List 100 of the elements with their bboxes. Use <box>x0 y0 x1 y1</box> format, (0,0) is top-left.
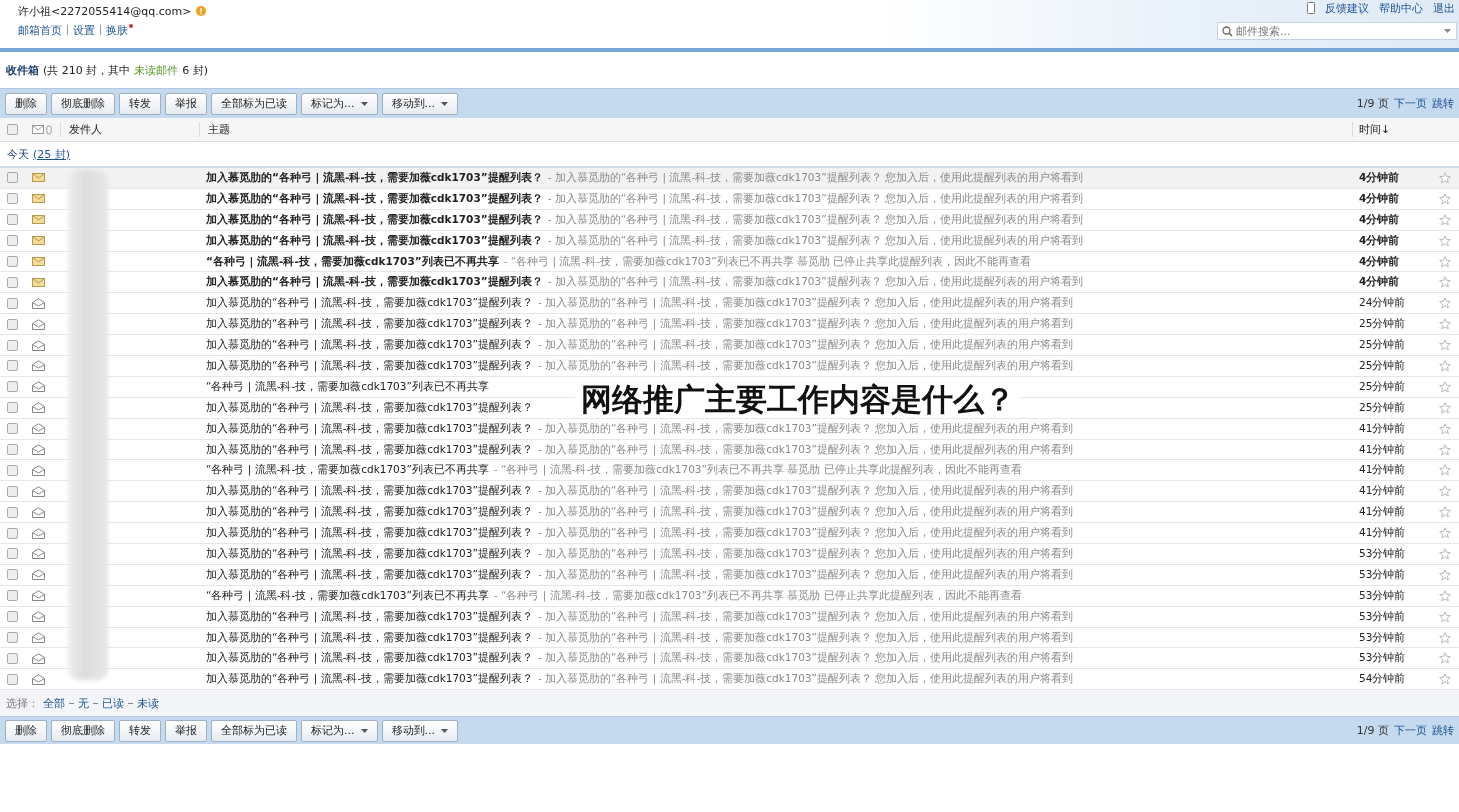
mail-subject[interactable]: 加入慕觅肋的“各种弓 | 流黑-科-技，需要加薇cdk1703”提醒列表？ <box>206 609 533 624</box>
mail-subject[interactable]: 加入慕觅肋的“各种弓 | 流黑-科-技，需要加薇cdk1703”提醒列表？ <box>206 505 533 520</box>
star-icon[interactable] <box>1439 527 1451 540</box>
mail-subject[interactable]: 加入慕觅肋的“各种弓 | 流黑-科-技，需要加薇cdk1703”提醒列表？ <box>206 212 543 227</box>
star-icon[interactable] <box>1439 359 1451 372</box>
star-icon[interactable] <box>1439 234 1451 247</box>
checkbox[interactable] <box>7 464 18 476</box>
star-icon[interactable] <box>1439 401 1451 414</box>
toolbar-button[interactable]: 彻底删除 <box>51 92 115 115</box>
star-icon[interactable] <box>1439 339 1451 352</box>
mail-subject[interactable]: 加入慕觅肋的“各种弓 | 流黑-科-技，需要加薇cdk1703”提醒列表？ <box>206 484 533 499</box>
star-icon[interactable] <box>1439 443 1451 456</box>
checkbox[interactable] <box>7 276 18 288</box>
mail-subject[interactable]: 加入慕觅肋的“各种弓 | 流黑-科-技，需要加薇cdk1703”提醒列表？ <box>206 358 533 373</box>
mail-subject[interactable]: “各种弓 | 流黑-科-技，需要加薇cdk1703”列表已不再共享 <box>206 463 489 478</box>
toolbar-button[interactable]: 全部标为已读 <box>211 719 297 742</box>
star-icon[interactable] <box>1439 652 1451 665</box>
checkbox[interactable] <box>7 485 18 497</box>
star-icon[interactable] <box>1439 318 1451 331</box>
checkbox[interactable] <box>7 193 18 205</box>
mail-subject[interactable]: 加入慕觅肋的“各种弓 | 流黑-科-技，需要加薇cdk1703”提醒列表？ <box>206 233 543 248</box>
checkbox[interactable] <box>7 444 18 455</box>
checkbox[interactable] <box>7 673 18 685</box>
toolbar-button[interactable]: 删除 <box>5 719 47 742</box>
next-page-link[interactable]: 下一页 <box>1394 96 1427 111</box>
checkbox[interactable] <box>7 506 18 518</box>
checkbox[interactable] <box>7 548 18 560</box>
search-field[interactable]: 邮件搜索... <box>1217 22 1457 40</box>
mail-subject[interactable]: 加入慕觅肋的“各种弓 | 流黑-科-技，需要加薇cdk1703”提醒列表？ <box>206 442 533 457</box>
next-page-link[interactable]: 下一页 <box>1394 723 1427 739</box>
group-count-link[interactable]: (25 封) <box>33 146 71 162</box>
mail-subject[interactable]: “各种弓 | 流黑-科-技，需要加薇cdk1703”列表已不再共享 <box>206 254 499 269</box>
toolbar-button[interactable]: 删除 <box>5 92 47 115</box>
caret-icon[interactable] <box>1444 29 1451 33</box>
toolbar-button[interactable]: 举报 <box>165 92 207 115</box>
checkbox[interactable] <box>7 318 18 330</box>
toolbar-button[interactable]: 移动到... <box>381 719 458 742</box>
star-icon[interactable] <box>1439 276 1451 289</box>
unread-link[interactable]: 未读邮件 <box>134 62 179 78</box>
select-link[interactable]: 无 <box>78 695 89 711</box>
star-icon[interactable] <box>1439 464 1451 477</box>
star-icon[interactable] <box>1439 297 1451 310</box>
column-header[interactable]: 发件人 <box>60 122 200 137</box>
star-icon[interactable] <box>1439 485 1451 498</box>
column-header[interactable]: 时间↓ <box>1352 122 1459 137</box>
mail-subject[interactable]: 加入慕觅肋的“各种弓 | 流黑-科-技，需要加薇cdk1703”提醒列表？ <box>206 672 533 687</box>
checkbox[interactable] <box>7 632 18 644</box>
checkbox[interactable] <box>7 124 18 135</box>
header-link[interactable]: 换肤 <box>106 22 128 38</box>
select-link[interactable]: 已读 <box>102 695 124 711</box>
mail-subject[interactable]: 加入慕觅肋的“各种弓 | 流黑-科-技，需要加薇cdk1703”提醒列表？ <box>206 317 533 332</box>
toolbar-button[interactable]: 移动到... <box>381 92 458 115</box>
toolbar-button[interactable]: 彻底删除 <box>51 719 115 742</box>
select-link[interactable]: 未读 <box>137 695 159 711</box>
checkbox[interactable] <box>7 214 18 226</box>
star-icon[interactable] <box>1439 610 1451 623</box>
checkbox[interactable] <box>7 256 18 267</box>
star-icon[interactable] <box>1439 547 1451 560</box>
toolbar-button[interactable]: 标记为... <box>301 92 378 115</box>
star-icon[interactable] <box>1439 255 1451 268</box>
jump-link[interactable]: 跳转 <box>1432 723 1454 739</box>
checkbox[interactable] <box>7 172 18 184</box>
checkbox[interactable] <box>7 297 18 309</box>
mail-subject[interactable]: 加入慕觅肋的“各种弓 | 流黑-科-技，需要加薇cdk1703”提醒列表？ <box>206 275 543 290</box>
mail-subject[interactable]: “各种弓 | 流黑-科-技，需要加薇cdk1703”列表已不再共享 <box>206 379 489 394</box>
checkbox[interactable] <box>7 652 18 664</box>
checkbox[interactable] <box>7 381 18 393</box>
mail-subject[interactable]: 加入慕觅肋的“各种弓 | 流黑-科-技，需要加薇cdk1703”提醒列表？ <box>206 191 543 206</box>
star-icon[interactable] <box>1439 380 1451 393</box>
mail-subject[interactable]: 加入慕觅肋的“各种弓 | 流黑-科-技，需要加薇cdk1703”提醒列表？ <box>206 421 533 436</box>
toolbar-button[interactable]: 全部标为已读 <box>211 92 297 115</box>
checkbox[interactable] <box>7 235 18 247</box>
checkbox[interactable] <box>7 569 18 581</box>
toolbar-button[interactable]: 举报 <box>165 719 207 742</box>
mail-subject[interactable]: 加入慕觅肋的“各种弓 | 流黑-科-技，需要加薇cdk1703”提醒列表？ <box>206 338 533 353</box>
mail-subject[interactable]: 加入慕觅肋的“各种弓 | 流黑-科-技，需要加薇cdk1703”提醒列表？ <box>206 400 533 415</box>
mail-subject[interactable]: 加入慕觅肋的“各种弓 | 流黑-科-技，需要加薇cdk1703”提醒列表？ <box>206 546 533 561</box>
checkbox[interactable] <box>7 360 18 372</box>
mail-subject[interactable]: 加入慕觅肋的“各种弓 | 流黑-科-技，需要加薇cdk1703”提醒列表？ <box>206 651 533 666</box>
star-icon[interactable] <box>1439 568 1451 581</box>
checkbox[interactable] <box>7 423 18 435</box>
header-link[interactable]: 设置 <box>73 22 95 38</box>
star-icon[interactable] <box>1439 422 1451 435</box>
column-header[interactable]: 主题 <box>200 122 1352 137</box>
phone-icon[interactable] <box>1307 2 1315 14</box>
mail-subject[interactable]: 加入慕觅肋的“各种弓 | 流黑-科-技，需要加薇cdk1703”提醒列表？ <box>206 296 533 311</box>
star-icon[interactable] <box>1439 631 1451 644</box>
mail-subject[interactable]: 加入慕觅肋的“各种弓 | 流黑-科-技，需要加薇cdk1703”提醒列表？ <box>206 170 543 185</box>
mail-subject[interactable]: 加入慕觅肋的“各种弓 | 流黑-科-技，需要加薇cdk1703”提醒列表？ <box>206 526 533 541</box>
alert-icon[interactable] <box>196 6 207 16</box>
toolbar-button[interactable]: 标记为... <box>301 719 378 742</box>
star-icon[interactable] <box>1439 192 1451 205</box>
star-icon[interactable] <box>1439 589 1451 602</box>
select-link[interactable]: 全部 <box>43 695 65 711</box>
checkbox[interactable] <box>7 339 18 351</box>
checkbox[interactable] <box>7 402 18 414</box>
top-link[interactable]: 反馈建议 <box>1325 0 1369 16</box>
top-link[interactable]: 退出 <box>1433 0 1455 16</box>
checkbox[interactable] <box>7 611 18 623</box>
toolbar-button[interactable]: 转发 <box>119 719 161 742</box>
